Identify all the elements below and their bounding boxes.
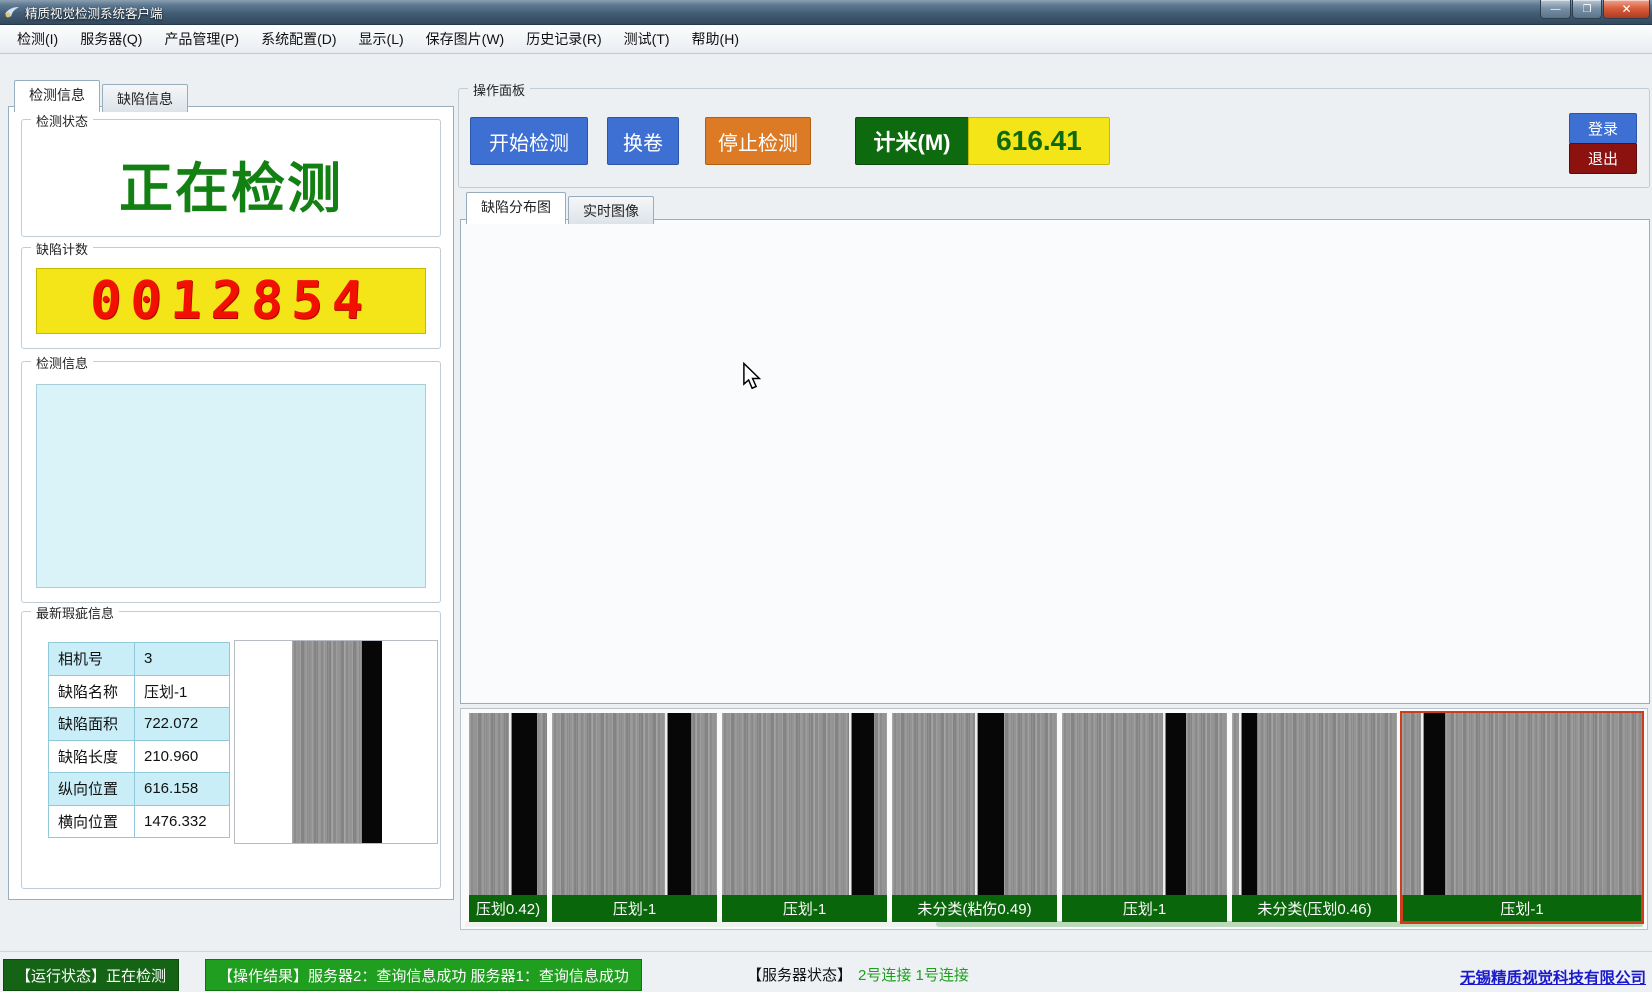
table-row: 缺陷长度210.960: [49, 740, 230, 773]
close-button[interactable]: ✕: [1603, 0, 1650, 19]
menu-bar: 检测(I)服务器(Q)产品管理(P)系统配置(D)显示(L)保存图片(W)历史记…: [0, 25, 1652, 54]
menu-item[interactable]: 检测(I): [6, 26, 69, 52]
defect-thumbnail[interactable]: 未分类(粘伤0.49): [892, 713, 1057, 922]
tab-实时图像[interactable]: 实时图像: [568, 196, 654, 224]
defect-field-value: 压划-1: [135, 675, 230, 708]
latest-defect-title: 最新瑕疵信息: [31, 603, 119, 622]
thumbnail-caption: 压划-1: [1402, 895, 1642, 922]
meter-value: 616.41: [968, 117, 1110, 165]
detect-status-title: 检测状态: [31, 111, 93, 130]
table-row: 相机号3: [49, 643, 230, 676]
defect-field-label: 缺陷面积: [49, 708, 135, 741]
logout-button[interactable]: 退出: [1569, 143, 1637, 174]
title-bar: 精质视觉检测系统客户端 — ❐ ✕: [0, 0, 1652, 25]
login-button[interactable]: 登录: [1569, 113, 1637, 144]
detect-status-value: 正在检测: [22, 144, 440, 223]
restore-button[interactable]: ❐: [1572, 0, 1602, 19]
thumbnail-image: [1062, 713, 1227, 895]
defect-thumbnail[interactable]: 压划0.42): [469, 713, 547, 922]
window-title: 精质视觉检测系统客户端: [25, 3, 163, 22]
detect-info-title: 检测信息: [31, 353, 93, 372]
stop-detect-button[interactable]: 停止检测: [705, 117, 811, 165]
menu-item[interactable]: 帮助(H): [681, 26, 750, 52]
thumbnail-caption: 未分类(粘伤0.49): [892, 895, 1057, 922]
thumbnail-caption: 未分类(压划0.46): [1232, 895, 1397, 922]
thumbnail-image: [1402, 713, 1642, 895]
defect-counter-digits: 0012854: [88, 271, 373, 331]
defect-field-label: 纵向位置: [49, 773, 135, 806]
defect-field-value: 1476.332: [135, 805, 230, 838]
server-status-text: 【服务器状态】 2号连接 1号连接: [735, 959, 981, 989]
table-row: 横向位置1476.332: [49, 805, 230, 838]
thumbnail-image: [552, 713, 717, 895]
minimize-button[interactable]: —: [1540, 0, 1571, 19]
table-row: 缺陷名称压划-1: [49, 675, 230, 708]
defect-field-label: 相机号: [49, 643, 135, 676]
view-tab-body: [460, 219, 1650, 704]
thumbnail-image: [469, 713, 547, 895]
menu-item[interactable]: 服务器(Q): [69, 26, 153, 52]
app-window: 精质视觉检测系统客户端 — ❐ ✕ 检测(I)服务器(Q)产品管理(P)系统配置…: [0, 0, 1652, 992]
thumbnail-image: [722, 713, 887, 895]
latest-defect-image: [234, 640, 438, 844]
table-row: 缺陷面积722.072: [49, 708, 230, 741]
thumbnail-caption: 压划0.42): [469, 895, 547, 922]
mouse-cursor: [742, 362, 762, 390]
table-row: 纵向位置616.158: [49, 773, 230, 806]
control-panel-title: 操作面板: [468, 80, 530, 99]
menu-item[interactable]: 历史记录(R): [515, 26, 612, 52]
defect-field-label: 缺陷长度: [49, 740, 135, 773]
menu-item[interactable]: 保存图片(W): [415, 26, 516, 52]
menu-item[interactable]: 显示(L): [348, 26, 415, 52]
thumbnail-caption: 压划-1: [722, 895, 887, 922]
menu-item[interactable]: 产品管理(P): [153, 26, 250, 52]
defect-field-label: 横向位置: [49, 805, 135, 838]
start-detect-button[interactable]: 开始检测: [470, 117, 588, 165]
view-tab-row: 缺陷分布图实时图像: [466, 192, 656, 224]
tab-缺陷信息[interactable]: 缺陷信息: [102, 84, 188, 112]
status-bar: 【运行状态】正在检测 【操作结果】服务器2：查询信息成功 服务器1：查询信息成功…: [0, 951, 1652, 992]
latest-defect-group: 最新瑕疵信息 相机号3缺陷名称压划-1缺陷面积722.072缺陷长度210.96…: [21, 611, 441, 889]
left-tab-row: 检测信息缺陷信息: [14, 80, 190, 112]
thumbnail-caption: 压划-1: [552, 895, 717, 922]
defect-count-title: 缺陷计数: [31, 239, 93, 258]
menu-item[interactable]: 系统配置(D): [250, 26, 347, 52]
defect-thumbnail[interactable]: 压划-1: [722, 713, 887, 922]
thumbnail-image: [1232, 713, 1397, 895]
result-status-badge: 【操作结果】服务器2：查询信息成功 服务器1：查询信息成功: [205, 959, 642, 991]
change-roll-button[interactable]: 换卷: [607, 117, 679, 165]
detect-info-textbox[interactable]: [36, 384, 426, 588]
defect-thumbnail[interactable]: 未分类(压划0.46): [1232, 713, 1397, 922]
defect-field-value: 210.960: [135, 740, 230, 773]
server-status-value: 2号连接 1号连接: [858, 964, 969, 985]
defect-counter-display: 0012854: [36, 268, 426, 334]
thumbnail-image: [892, 713, 1057, 895]
menu-item[interactable]: 测试(T): [613, 26, 681, 52]
thumbnail-caption: 压划-1: [1062, 895, 1227, 922]
server-status-label: 【服务器状态】: [747, 964, 852, 985]
defect-thumbnail[interactable]: 压划-1: [1402, 713, 1642, 922]
defect-field-label: 缺陷名称: [49, 675, 135, 708]
defect-field-value: 722.072: [135, 708, 230, 741]
left-tab-body: 检测状态 正在检测 缺陷计数 0012854 检测信息 最新瑕疵信息 相机号3缺…: [8, 106, 454, 900]
defect-count-group: 缺陷计数 0012854: [21, 247, 441, 349]
defect-field-value: 3: [135, 643, 230, 676]
defect-thumbnail[interactable]: 压划-1: [1062, 713, 1227, 922]
defect-thumbnail-strip: 压划0.42)压划-1压划-1未分类(粘伤0.49)压划-1未分类(压划0.46…: [460, 708, 1648, 930]
tab-缺陷分布图[interactable]: 缺陷分布图: [466, 192, 566, 224]
tab-检测信息[interactable]: 检测信息: [14, 80, 100, 112]
defect-field-value: 616.158: [135, 773, 230, 806]
meter-label: 计米(M): [855, 117, 969, 165]
run-status-badge: 【运行状态】正在检测: [3, 959, 179, 991]
app-logo-icon: [4, 5, 20, 19]
detect-status-group: 检测状态 正在检测: [21, 119, 441, 237]
detect-info-group: 检测信息: [21, 361, 441, 603]
latest-defect-table: 相机号3缺陷名称压划-1缺陷面积722.072缺陷长度210.960纵向位置61…: [48, 642, 230, 838]
defect-thumbnail[interactable]: 压划-1: [552, 713, 717, 922]
company-link[interactable]: 无锡精质视觉科技有限公司: [1460, 966, 1646, 988]
